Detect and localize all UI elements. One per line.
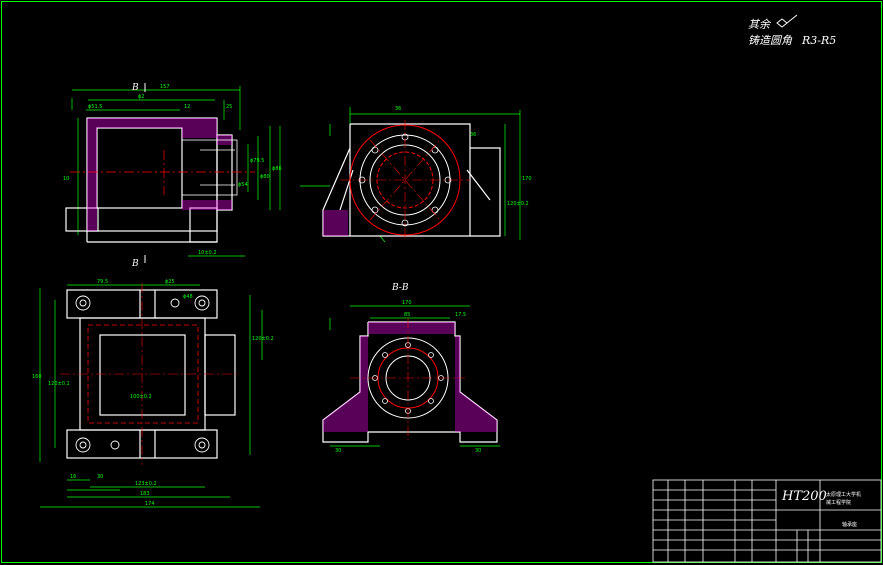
roughness-symbol xyxy=(776,14,798,28)
dim-section-bottom-1: 30 xyxy=(475,448,481,454)
dim-plan-bottom-3: 183 xyxy=(140,491,150,497)
dim-front-bottom: 10±0.2 xyxy=(198,250,217,256)
dim-front-right-3: ϕ54 xyxy=(238,182,248,188)
note-line-2: 铸造圆角 xyxy=(748,34,793,47)
section-mark-top: B xyxy=(131,83,139,93)
school-line-1: 太原理工大学机 xyxy=(826,491,861,498)
school-line-2: 械工程学院 xyxy=(826,499,851,506)
material-label: HT200 xyxy=(781,489,827,504)
cad-drawing-canvas: 其余 铸造圆角 R3-R5 B B 157 ϕ2 ϕ51.5 25 12 ϕ86… xyxy=(1,1,882,563)
dim-front-top-1: ϕ2 xyxy=(138,94,144,100)
dim-plan-top-0: 79.5 xyxy=(97,279,108,285)
dim-plan-left: 160 xyxy=(32,374,42,380)
dim-front-right-4: 10 xyxy=(63,176,69,182)
section-mark-bottom: B xyxy=(131,259,139,269)
side-view: 36 36 170 120±0.2 xyxy=(300,106,532,243)
plan-view: 79.5 ϕ25 ϕ48 160 120±0.1 120±0.2 16 30 1… xyxy=(32,279,274,508)
dim-front-top-4: 12 xyxy=(184,104,190,110)
dim-plan-top-1: ϕ25 xyxy=(165,279,175,285)
dim-front-right-1: ϕ80 xyxy=(260,174,270,180)
dim-front-top-0: 157 xyxy=(160,84,170,90)
dim-front-top-3: 25 xyxy=(226,104,232,110)
section-title: B-B xyxy=(391,283,409,293)
title-block: HT200 太原理工大学机 械工程学院 轴承座 xyxy=(652,479,882,563)
dim-section-top-1: 85 xyxy=(404,312,410,318)
note-line-2-value: R3-R5 xyxy=(801,34,836,47)
dim-plan-right-1: 120±0.2 xyxy=(252,336,274,342)
general-notes: 其余 铸造圆角 R3-R5 xyxy=(748,14,836,47)
dim-plan-bottom-2: 123±0.2 xyxy=(135,481,157,487)
dim-plan-bottom-4: 174 xyxy=(145,501,155,507)
dim-section-bottom-0: 30 xyxy=(335,448,341,454)
front-view: B B 157 ϕ2 ϕ51.5 25 12 ϕ86 ϕ80 ϕ79.5 ϕ54… xyxy=(63,83,282,269)
part-name: 轴承座 xyxy=(842,521,857,528)
dim-section-top-0: 170 xyxy=(402,300,412,306)
dim-plan-right-0: 120±0.1 xyxy=(48,381,70,387)
dim-plan-top-2: ϕ48 xyxy=(183,294,193,300)
dim-side-top-1: 36 xyxy=(470,132,476,138)
dim-side-right-1: 120±0.2 xyxy=(507,201,529,207)
dim-plan-inner: 100±0.2 xyxy=(130,394,152,400)
note-line-1: 其余 xyxy=(748,18,772,31)
section-b-b: B-B 170 85 17.5 30 30 xyxy=(322,283,500,454)
dim-front-right-2: ϕ79.5 xyxy=(250,158,264,164)
dim-side-top-0: 36 xyxy=(395,106,401,112)
dim-side-right-0: 170 xyxy=(522,176,532,182)
dim-section-top-2: 17.5 xyxy=(455,312,466,318)
dim-front-right-0: ϕ86 xyxy=(272,166,282,172)
dim-plan-bottom-0: 16 xyxy=(70,474,76,480)
dim-front-top-2: ϕ51.5 xyxy=(88,104,102,110)
dim-plan-bottom-1: 30 xyxy=(97,474,103,480)
